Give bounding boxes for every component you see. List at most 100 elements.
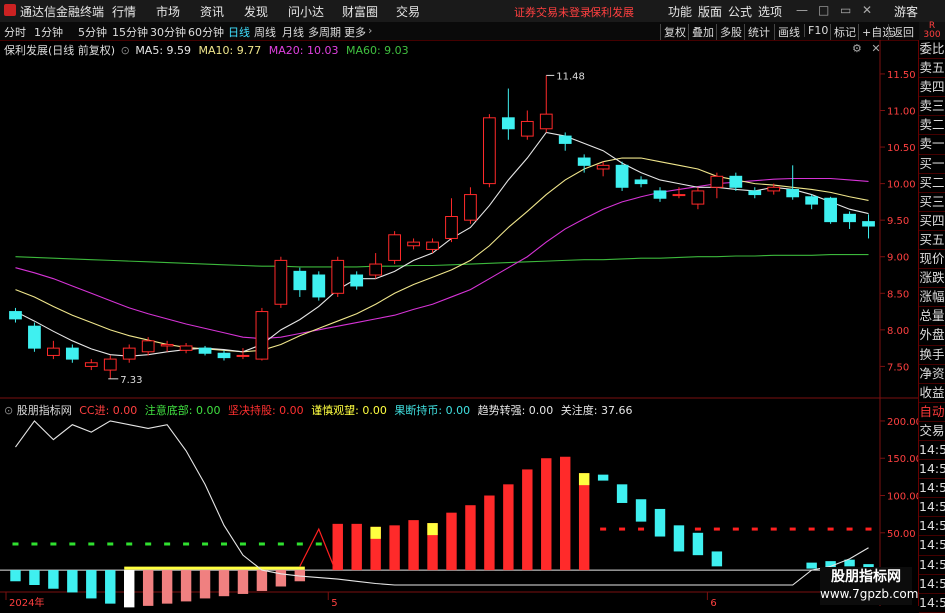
side-tab-3[interactable]: 卖三 [919, 97, 945, 117]
red-dot-45 [865, 527, 872, 531]
huaxian-button[interactable]: 画线 [774, 24, 803, 40]
menu-item-gongshi[interactable]: 公式 [728, 3, 752, 20]
green-dot-10 [202, 542, 209, 546]
side-tab-14[interactable]: 总量 [919, 307, 945, 327]
ma20-line [15, 177, 869, 340]
candle-body-30 [577, 157, 591, 166]
tongji-button[interactable]: 统计 [744, 24, 773, 40]
side-tab-24[interactable]: 14:56 [919, 498, 945, 518]
candle-body-5 [103, 358, 117, 371]
side-tab-0[interactable]: 委比 [919, 40, 945, 60]
menu-item-wenxiaoda[interactable]: 问小达 [288, 3, 324, 20]
maximize-icon[interactable]: ▭ [840, 3, 851, 17]
tab-15min[interactable]: 15分钟 [112, 24, 148, 40]
more-chevron-icon[interactable]: › [368, 24, 372, 37]
candle-body-37 [710, 175, 724, 188]
side-tab-13[interactable]: 涨幅 [919, 288, 945, 308]
tab-more[interactable]: 更多 [344, 24, 366, 40]
menu-item-zixun[interactable]: 资讯 [200, 3, 224, 20]
side-tab-28[interactable]: 14:56 [919, 575, 945, 594]
green-dot-14 [277, 542, 284, 546]
red-dot-40 [770, 527, 777, 531]
candle-body-45 [862, 221, 875, 227]
side-tab-9[interactable]: 买四 [919, 212, 945, 231]
y-tick-label-4: 9.50 [887, 216, 909, 227]
tab-60min[interactable]: 60分钟 [188, 24, 224, 40]
diejia-button[interactable]: 叠加 [688, 24, 717, 40]
candle-body-27 [520, 120, 534, 137]
menu-item-hangqing[interactable]: 行情 [112, 3, 136, 20]
ind-bar-20 [389, 525, 400, 571]
side-tab-4[interactable]: 卖二 [919, 116, 945, 136]
guest-label[interactable]: 游客 [894, 3, 918, 20]
ind-bar-37 [711, 551, 723, 567]
side-tab-15[interactable]: 外盘 [919, 326, 945, 346]
tab-fenshi[interactable]: 分时 [4, 24, 26, 40]
menu-item-xuanxiang[interactable]: 选项 [758, 3, 782, 20]
side-tab-17[interactable]: 净资 [919, 365, 945, 384]
login-notice[interactable]: 证券交易未登录 [514, 4, 591, 20]
r-badge[interactable]: R 300 [919, 22, 945, 40]
menu-item-gongneng[interactable]: 功能 [668, 3, 692, 20]
menu-item-shichang[interactable]: 市场 [156, 3, 180, 20]
tab-monthly[interactable]: 月线 [282, 24, 304, 40]
r-badge-sub: 300 [923, 30, 941, 40]
side-tab-2[interactable]: 卖四 [919, 78, 945, 98]
red-dot-39 [751, 527, 758, 531]
side-tab-7[interactable]: 买二 [919, 174, 945, 193]
indicator-white-line [15, 420, 869, 586]
red-dot-41 [789, 527, 796, 531]
fuquan-button[interactable]: 复权 [660, 24, 689, 40]
menu-item-jiaoyi[interactable]: 交易 [396, 3, 420, 20]
biaoji-button[interactable]: 标记 [830, 24, 859, 40]
menu-item-banmian[interactable]: 版面 [698, 3, 722, 20]
ind-bar-9 [180, 570, 192, 602]
side-tab-21[interactable]: 14:56 [919, 441, 945, 461]
red-dot-44 [846, 527, 853, 531]
candle-body-7 [141, 340, 155, 353]
side-tab-12[interactable]: 涨跌 [919, 269, 945, 289]
side-tab-6[interactable]: 买一 [919, 155, 945, 174]
minimize-icon[interactable]: — [796, 3, 808, 17]
tab-5min[interactable]: 5分钟 [78, 24, 107, 40]
f10-button[interactable]: F10 [804, 24, 831, 37]
back-button[interactable]: 返回 [888, 24, 917, 40]
side-tab-16[interactable]: 换手 [919, 346, 945, 365]
restore-icon[interactable]: □ [818, 3, 829, 17]
side-tab-29[interactable]: 14:56 [919, 594, 945, 613]
side-tab-8[interactable]: 买三 [919, 193, 945, 212]
close-icon[interactable]: ✕ [862, 3, 872, 17]
side-tab-22[interactable]: 14:56 [919, 460, 945, 480]
side-tab-27[interactable]: 14:56 [919, 556, 945, 575]
candle-body-21 [407, 241, 420, 247]
candle-body-8 [160, 343, 174, 347]
menu-item-caifuquan[interactable]: 财富圈 [342, 3, 378, 20]
ma60-line [15, 253, 869, 268]
ind-bar-10 [199, 570, 211, 599]
ind-bar-24 [465, 505, 476, 571]
side-tab-23[interactable]: 14:56 [919, 479, 945, 499]
candle-body-15 [293, 270, 307, 291]
side-tab-5[interactable]: 卖一 [919, 135, 945, 155]
menu-item-faxian[interactable]: 发现 [244, 3, 268, 20]
tab-daily[interactable]: 日线 [228, 24, 250, 40]
kline-chart[interactable]: 7.50 8.00 8.50 9.00 9.50 10.00 10.50 11.00 11.50… [0, 40, 919, 609]
y-tick-label-2: 8.50 [887, 289, 909, 300]
side-tab-11[interactable]: 现价 [919, 250, 945, 270]
side-tab-26[interactable]: 14:56 [919, 536, 945, 556]
tab-30min[interactable]: 30分钟 [150, 24, 186, 40]
side-tab-19[interactable]: 自动 [919, 403, 945, 422]
candle-body-29 [558, 135, 572, 144]
side-tab-25[interactable]: 14:56 [919, 517, 945, 537]
side-tab-20[interactable]: 交易 [919, 422, 945, 441]
duogu-button[interactable]: 多股 [716, 24, 745, 40]
tab-1min[interactable]: 1分钟 [34, 24, 63, 40]
side-tab-1[interactable]: 卖五 [919, 59, 945, 79]
tab-multi-period[interactable]: 多周期 [308, 24, 341, 40]
candle-body-12 [236, 354, 250, 357]
side-tab-18[interactable]: 收益 [919, 384, 945, 403]
tab-weekly[interactable]: 周线 [254, 24, 276, 40]
side-tab-10[interactable]: 买五 [919, 231, 945, 251]
candle-body-10 [198, 347, 212, 354]
y-tick-label-1: 8.00 [887, 326, 909, 337]
